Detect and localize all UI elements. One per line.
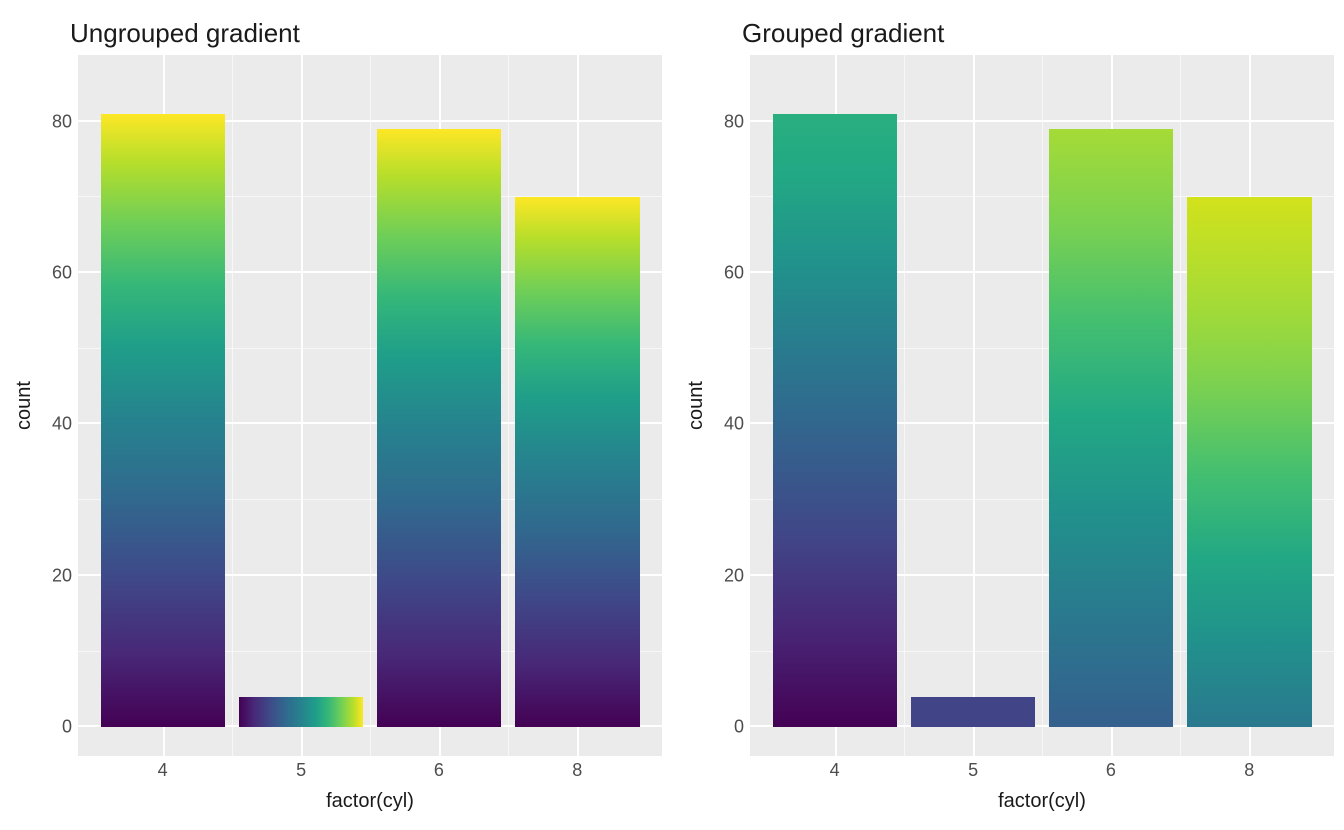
y-axis-left: 0 20 40 60 80 <box>38 55 78 756</box>
bar <box>1049 129 1173 727</box>
y-tick: 80 <box>724 111 744 132</box>
y-axis-label-left: count <box>10 55 38 756</box>
bars-right <box>750 55 1334 756</box>
bar <box>239 697 363 727</box>
plot-area-right <box>750 55 1334 756</box>
x-tick: 4 <box>830 760 840 781</box>
y-axis-label-text: count <box>13 381 36 430</box>
x-axis-label-right: factor(cyl) <box>750 790 1334 820</box>
x-axis-label-left: factor(cyl) <box>78 790 662 820</box>
plot-row-left: count 0 20 40 60 80 <box>10 55 662 756</box>
y-tick: 20 <box>52 565 72 586</box>
y-tick: 40 <box>52 414 72 435</box>
chart-title-left: Ungrouped gradient <box>10 10 662 55</box>
x-label-row-right: factor(cyl) <box>682 790 1334 820</box>
x-tick: 8 <box>1244 760 1254 781</box>
y-tick: 80 <box>52 111 72 132</box>
x-tick: 5 <box>968 760 978 781</box>
y-tick: 20 <box>724 565 744 586</box>
bar <box>911 697 1035 727</box>
bar <box>773 114 897 727</box>
chart-grid: Ungrouped gradient count 0 20 40 60 80 <box>10 10 1334 820</box>
y-axis-right: 0 20 40 60 80 <box>710 55 750 756</box>
y-tick: 0 <box>62 717 72 738</box>
plot-row-right: count 0 20 40 60 80 <box>682 55 1334 756</box>
bar <box>101 114 225 727</box>
x-tick: 6 <box>1106 760 1116 781</box>
x-tick: 4 <box>158 760 168 781</box>
y-tick: 0 <box>734 717 744 738</box>
panel-left: Ungrouped gradient count 0 20 40 60 80 <box>10 10 662 820</box>
bar <box>1187 197 1311 727</box>
chart-title-right: Grouped gradient <box>682 10 1334 55</box>
x-axis-row-right: 4 5 6 8 <box>682 756 1334 790</box>
x-axis-left: 4 5 6 8 <box>78 756 662 790</box>
bar <box>377 129 501 727</box>
y-tick: 60 <box>724 263 744 284</box>
y-axis-label-text: count <box>685 381 708 430</box>
x-axis-right: 4 5 6 8 <box>750 756 1334 790</box>
y-tick: 40 <box>724 414 744 435</box>
x-tick: 6 <box>434 760 444 781</box>
y-axis-label-right: count <box>682 55 710 756</box>
x-axis-row-left: 4 5 6 8 <box>10 756 662 790</box>
plot-area-left <box>78 55 662 756</box>
x-tick: 5 <box>296 760 306 781</box>
bars-left <box>78 55 662 756</box>
y-tick: 60 <box>52 263 72 284</box>
panel-right: Grouped gradient count 0 20 40 60 80 <box>682 10 1334 820</box>
x-tick: 8 <box>572 760 582 781</box>
bar <box>515 197 639 727</box>
x-label-row-left: factor(cyl) <box>10 790 662 820</box>
